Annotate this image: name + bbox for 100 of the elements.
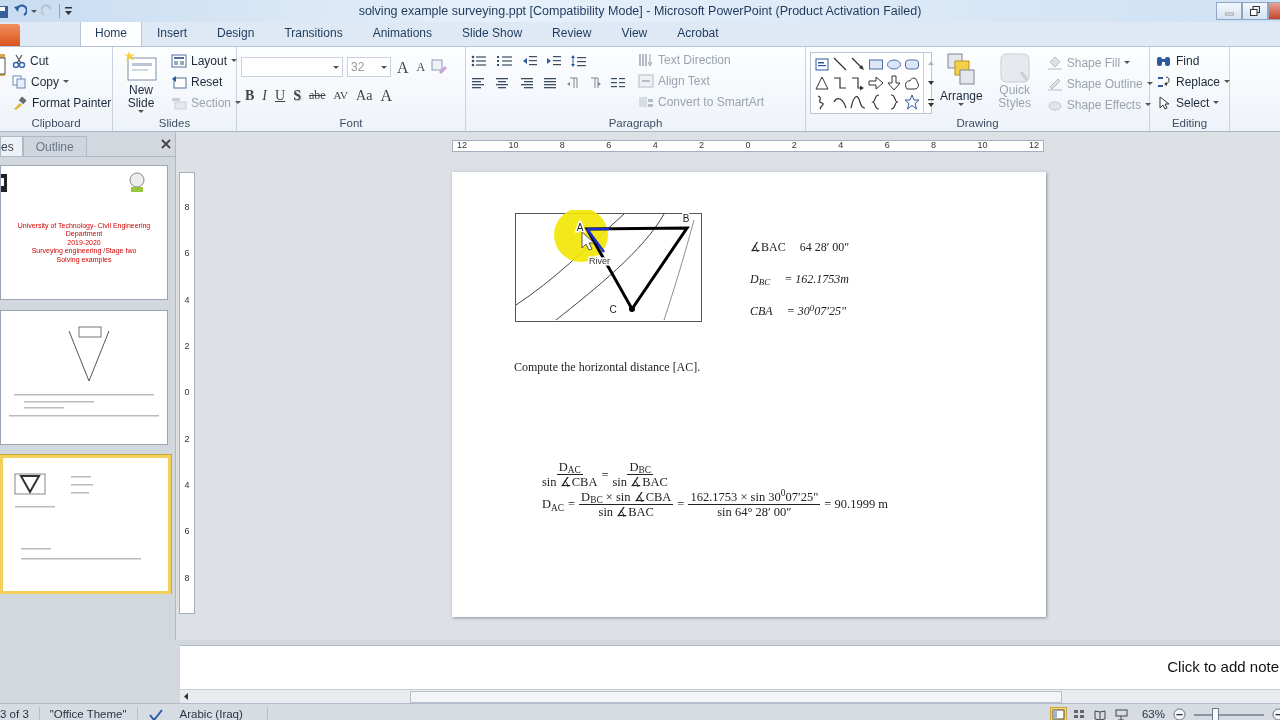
justify-icon[interactable] — [542, 76, 558, 90]
down-arrow-icon[interactable] — [886, 74, 902, 91]
align-right-icon[interactable] — [518, 76, 534, 90]
restore-icon — [1250, 6, 1260, 16]
triangle-icon[interactable] — [814, 74, 830, 91]
save-icon[interactable] — [0, 4, 9, 18]
select-button[interactable]: Select — [1154, 92, 1233, 113]
slide-sorter-icon — [1072, 708, 1086, 720]
language-label[interactable]: Arabic (Iraq) — [179, 705, 243, 720]
bold-button[interactable]: B — [241, 84, 259, 106]
equation-text: = — [601, 466, 609, 484]
slide-thumbnail[interactable] — [0, 455, 171, 594]
ribbon-tab[interactable]: Design — [202, 20, 270, 46]
shadow-button[interactable]: S — [289, 84, 305, 106]
decrease-indent-icon[interactable] — [522, 54, 538, 68]
smartart-icon — [638, 94, 654, 109]
ruler-number: 6 — [884, 139, 890, 153]
line-spacing-icon[interactable] — [570, 54, 588, 68]
line-icon[interactable] — [832, 55, 848, 72]
font-color-button[interactable]: A — [376, 84, 396, 106]
ribbon-tab[interactable]: View — [606, 20, 663, 46]
right-arrow-icon[interactable] — [868, 74, 884, 91]
align-center-icon[interactable] — [494, 76, 510, 90]
change-case-button[interactable]: Aa — [352, 84, 377, 106]
ruler-number: 12 — [1028, 139, 1039, 153]
increase-indent-icon[interactable] — [546, 54, 562, 68]
ruler-number: 10 — [508, 139, 519, 153]
font-name-field[interactable] — [241, 57, 343, 77]
notes-field[interactable]: Click to add note — [180, 645, 1280, 689]
given-label: CBA — [750, 303, 773, 320]
ruler-number: 4 — [652, 139, 658, 153]
ribbon-tab[interactable]: Slide Show — [447, 20, 538, 46]
group-label: Editing — [1171, 117, 1208, 129]
slide-thumbnail[interactable] — [0, 310, 168, 445]
bullets-icon[interactable] — [470, 54, 488, 68]
ribbon-tab[interactable]: Home — [80, 20, 142, 46]
ribbon-tab[interactable]: Review — [537, 20, 607, 46]
left-to-right-icon[interactable] — [588, 76, 602, 90]
ruler-number: 2 — [184, 432, 190, 446]
close-icon[interactable] — [161, 138, 171, 149]
columns-icon[interactable] — [610, 76, 626, 90]
zoom-out-icon[interactable] — [1173, 708, 1186, 720]
pen-icon — [1046, 76, 1063, 91]
shrink-font-button[interactable]: A — [414, 56, 428, 78]
ruler-number: 4 — [184, 478, 190, 492]
caret-icon — [1146, 82, 1153, 85]
arrange-button[interactable]: Arrange — [938, 52, 985, 115]
reset-button[interactable]: Reset — [169, 71, 244, 92]
character-spacing-button[interactable]: AV — [329, 84, 353, 106]
zoom-in-icon[interactable] — [1272, 708, 1280, 720]
zoom-level[interactable]: 63% — [1141, 705, 1165, 720]
book-icon — [1093, 708, 1107, 720]
customize-menu-icon[interactable] — [64, 6, 73, 16]
star-icon[interactable] — [904, 93, 920, 110]
ribbon-tab[interactable]: Animations — [357, 20, 447, 46]
pane-tab[interactable]: es — [0, 136, 23, 156]
given-label: ∡BAC — [750, 239, 786, 256]
strikethrough-button[interactable]: abe — [304, 84, 330, 106]
spell-check-icon[interactable] — [147, 707, 164, 720]
question-text: Compute the horizontal distance [AC]. — [514, 360, 701, 374]
window-title: solving example surveying.ppt [Compatibility Mode] - Microsoft PowerPoint (Product Activation Failed) — [358, 3, 922, 18]
caret-icon — [958, 103, 965, 107]
text-box-icon[interactable] — [814, 55, 830, 72]
align-left-icon[interactable] — [470, 76, 486, 90]
paint-bucket-icon — [1046, 55, 1063, 70]
caret-icon — [381, 65, 387, 69]
curve-icon[interactable] — [850, 93, 866, 110]
arrow-icon[interactable] — [850, 55, 866, 72]
caret-icon — [138, 110, 144, 114]
view-button[interactable] — [1112, 706, 1130, 720]
ribbon-tab[interactable]: Transitions — [269, 20, 358, 46]
equation-text: = 90.1999 m — [824, 496, 888, 514]
ribbon-tab[interactable]: Acrobat — [662, 20, 734, 46]
view-button[interactable] — [1049, 706, 1067, 720]
new-slide-button[interactable]: New Slide — [117, 50, 165, 115]
restore-button[interactable] — [1242, 2, 1268, 20]
elbow-arrow-icon[interactable] — [850, 74, 866, 91]
cut-button[interactable]: Cut — [10, 50, 114, 71]
replace-button[interactable]: Replace — [1154, 71, 1233, 92]
underline-button[interactable]: U — [271, 84, 290, 106]
given-value: 64 28′ 00″ — [799, 239, 850, 256]
numbering-icon[interactable] — [496, 54, 514, 68]
format-painter-button[interactable]: Format Painter — [10, 92, 114, 113]
ruler-number: 2 — [791, 139, 797, 153]
scrollbar-thumb[interactable] — [409, 690, 1063, 703]
grow-font-button[interactable]: A — [395, 56, 411, 78]
quick-styles-icon — [998, 52, 1031, 84]
flowchart-shape-icon[interactable] — [904, 74, 920, 91]
undo-icon[interactable] — [13, 4, 27, 18]
find-button[interactable]: Find — [1154, 50, 1233, 71]
ruler-number: 4 — [838, 139, 844, 153]
italic-button[interactable]: I — [258, 84, 271, 106]
ruler-number: 8 — [559, 139, 565, 153]
ribbon-tab[interactable]: Insert — [142, 20, 203, 46]
elbow-connector-icon[interactable] — [832, 74, 848, 91]
given-value: = 162.1753m — [784, 271, 849, 288]
zoom-slider-thumb[interactable] — [1212, 707, 1219, 720]
caret-icon[interactable] — [31, 9, 37, 13]
copy-button[interactable]: Copy — [10, 71, 114, 92]
ruler-number: 6 — [184, 525, 190, 539]
